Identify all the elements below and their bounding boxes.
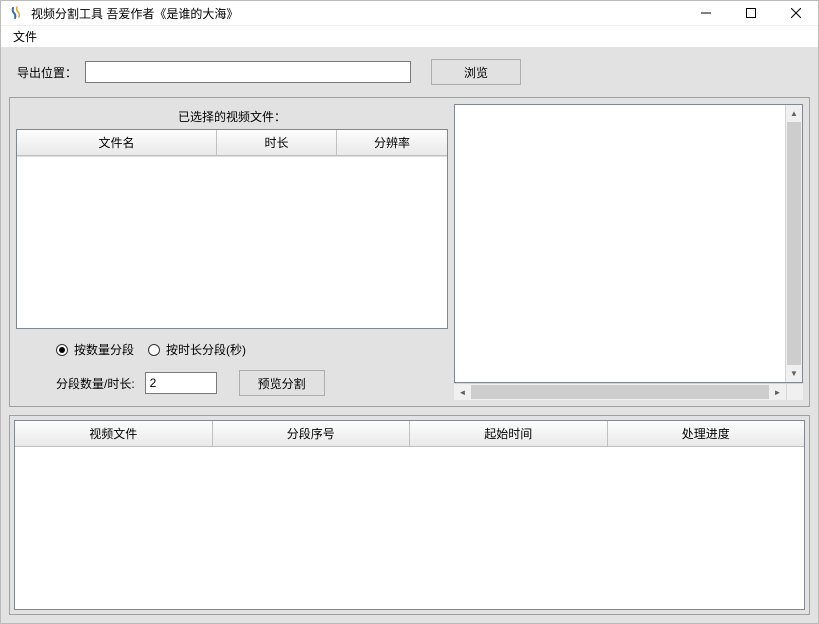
middle-panel: 已选择的视频文件： 文件名 时长 分辨率 按数量分段 按时长分段(秒) (9, 97, 810, 407)
col-progress[interactable]: 处理进度 (608, 421, 805, 447)
menu-file[interactable]: 文件 (7, 26, 43, 47)
col-resolution[interactable]: 分辨率 (337, 130, 447, 156)
scroll-thumb[interactable] (787, 122, 801, 365)
scroll-track[interactable] (786, 122, 802, 365)
titlebar: 视频分割工具 吾爱作者《是谁的大海》 (1, 1, 818, 26)
file-table-header: 文件名 时长 分辨率 (17, 130, 447, 157)
scroll-up-icon[interactable]: ▲ (786, 105, 802, 122)
segment-count-input[interactable] (145, 372, 217, 394)
col-filename[interactable]: 文件名 (17, 130, 217, 156)
selected-files-label: 已选择的视频文件： (16, 104, 448, 129)
preview-canvas[interactable] (455, 105, 785, 382)
preview-area: ▲ ▼ (454, 104, 803, 383)
col-video-file[interactable]: 视频文件 (15, 421, 213, 447)
scroll-thumb[interactable] (471, 385, 769, 399)
segment-mode-row: 按数量分段 按时长分段(秒) (16, 329, 448, 364)
app-icon (9, 5, 25, 21)
params-row: 分段数量/时长: 预览分割 (16, 364, 448, 400)
file-table-body[interactable] (17, 157, 447, 328)
col-duration[interactable]: 时长 (217, 130, 337, 156)
radio-by-duration[interactable]: 按时长分段(秒) (148, 341, 246, 358)
radio-by-count[interactable]: 按数量分段 (56, 341, 134, 358)
export-path-input[interactable] (85, 61, 411, 83)
col-segment-index[interactable]: 分段序号 (213, 421, 411, 447)
segment-count-label: 分段数量/时长: (56, 375, 135, 392)
radio-by-count-label: 按数量分段 (74, 341, 134, 358)
export-label: 导出位置： (17, 64, 77, 81)
radio-icon (56, 344, 68, 356)
scroll-corner (786, 383, 803, 400)
menubar: 文件 (1, 26, 818, 47)
content-area: 导出位置： 浏览 已选择的视频文件： 文件名 时长 分辨率 按数量分段 (1, 47, 818, 623)
file-table[interactable]: 文件名 时长 分辨率 (16, 129, 448, 329)
horizontal-scrollbar[interactable]: ◄ ► (454, 383, 786, 400)
results-table-body[interactable] (15, 447, 804, 609)
scroll-right-icon[interactable]: ► (769, 384, 786, 400)
scroll-left-icon[interactable]: ◄ (454, 384, 471, 400)
results-table-header: 视频文件 分段序号 起始时间 处理进度 (15, 421, 804, 447)
preview-split-button[interactable]: 预览分割 (239, 370, 325, 396)
maximize-button[interactable] (728, 1, 773, 25)
right-panel: ▲ ▼ ◄ ► (454, 104, 803, 400)
scroll-down-icon[interactable]: ▼ (786, 365, 802, 382)
browse-button[interactable]: 浏览 (431, 59, 521, 85)
radio-by-duration-label: 按时长分段(秒) (166, 341, 246, 358)
left-panel: 已选择的视频文件： 文件名 时长 分辨率 按数量分段 按时长分段(秒) (16, 104, 448, 400)
scroll-track[interactable] (471, 384, 769, 400)
results-table[interactable]: 视频文件 分段序号 起始时间 处理进度 (14, 420, 805, 610)
col-start-time[interactable]: 起始时间 (410, 421, 608, 447)
window-title: 视频分割工具 吾爱作者《是谁的大海》 (31, 5, 683, 22)
export-row: 导出位置： 浏览 (9, 55, 810, 89)
window-controls (683, 1, 818, 25)
vertical-scrollbar[interactable]: ▲ ▼ (785, 105, 802, 382)
radio-icon (148, 344, 160, 356)
minimize-button[interactable] (683, 1, 728, 25)
close-button[interactable] (773, 1, 818, 25)
results-panel: 视频文件 分段序号 起始时间 处理进度 (9, 415, 810, 615)
